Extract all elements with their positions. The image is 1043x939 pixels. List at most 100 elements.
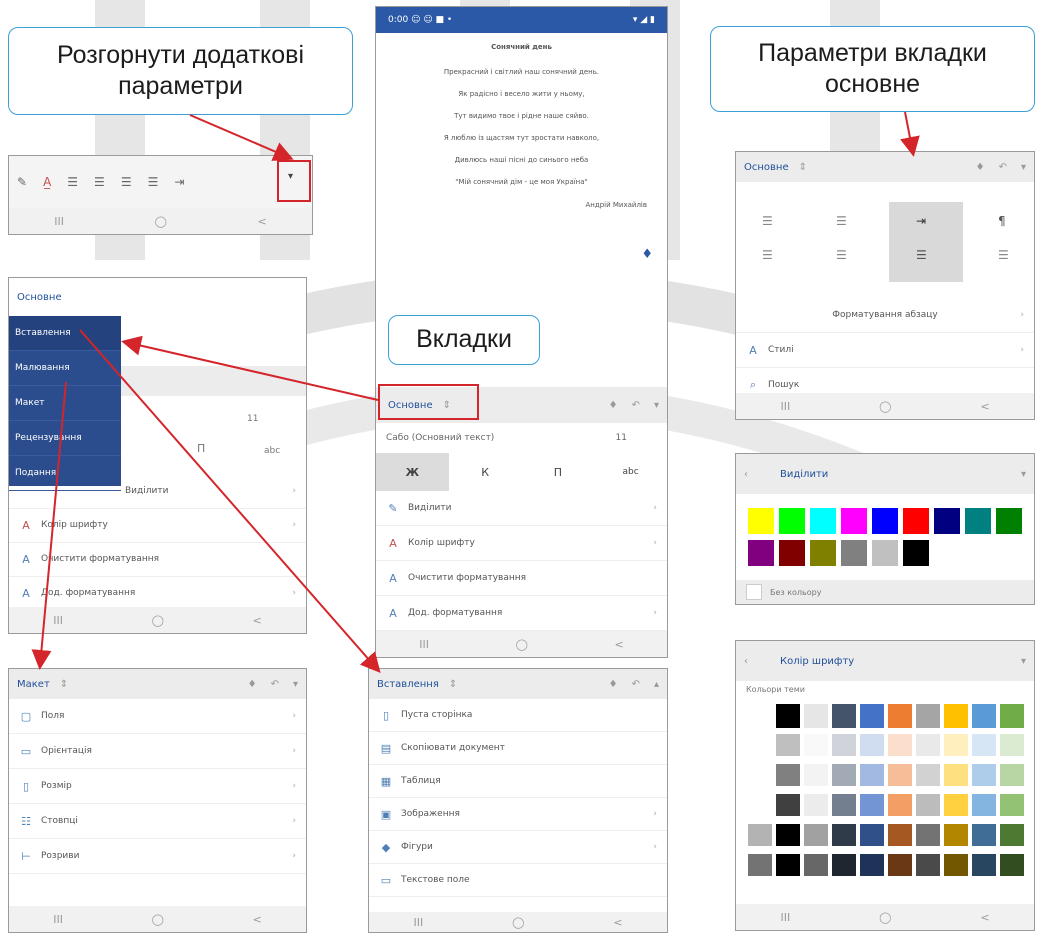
- theme-color-swatch[interactable]: [1000, 794, 1024, 816]
- theme-color-swatch[interactable]: [944, 734, 968, 756]
- theme-color-swatch[interactable]: [748, 854, 772, 876]
- highlight-color-swatch[interactable]: [965, 508, 991, 534]
- layout-row[interactable]: ▢ Поля ›: [9, 699, 306, 734]
- theme-color-swatch[interactable]: [832, 854, 856, 876]
- theme-color-swatch[interactable]: [776, 704, 800, 728]
- theme-color-swatch[interactable]: [944, 824, 968, 846]
- ribbon-row[interactable]: ✎ Виділити ›: [376, 491, 667, 526]
- recent-apps-icon[interactable]: III: [53, 913, 63, 926]
- dropdown-underline-icon[interactable]: П: [197, 442, 205, 455]
- dropdown-strike-icon[interactable]: abc: [264, 446, 280, 456]
- bullets-icon[interactable]: ☰: [762, 214, 773, 228]
- insert-row[interactable]: ▭ Текстове поле: [369, 864, 667, 897]
- theme-color-swatch[interactable]: [972, 704, 996, 728]
- align-center-icon[interactable]: ☰: [836, 248, 847, 262]
- numbering-icon[interactable]: ☰: [94, 175, 105, 189]
- back-icon[interactable]: <: [980, 911, 989, 924]
- theme-color-swatch[interactable]: [804, 734, 828, 756]
- bullets-icon[interactable]: ☰: [67, 175, 78, 189]
- theme-color-swatch[interactable]: [972, 794, 996, 816]
- chevron-up-down-icon[interactable]: ⇕: [60, 679, 68, 690]
- underline-button[interactable]: П: [522, 453, 595, 491]
- theme-color-swatch[interactable]: [1000, 764, 1024, 786]
- home-icon[interactable]: ◯: [879, 400, 891, 413]
- theme-color-swatch[interactable]: [916, 764, 940, 786]
- insert-row[interactable]: ▦ Таблиця: [369, 765, 667, 798]
- ribbon-row[interactable]: A Колір шрифту ›: [376, 526, 667, 561]
- dropdown-row[interactable]: A Очистити форматування: [9, 542, 306, 577]
- back-icon[interactable]: <: [252, 614, 261, 627]
- indent-icon[interactable]: ⇥: [916, 214, 926, 228]
- theme-color-swatch[interactable]: [916, 794, 940, 816]
- align-right-icon[interactable]: ☰: [148, 175, 159, 189]
- lightbulb-icon[interactable]: ♦: [248, 679, 257, 690]
- highlight-color-swatch[interactable]: [779, 508, 805, 534]
- highlight-color-swatch[interactable]: [810, 540, 836, 566]
- theme-color-swatch[interactable]: [804, 764, 828, 786]
- paragraph-format-row[interactable]: Форматування абзацу ›: [736, 298, 1034, 333]
- recent-apps-icon[interactable]: III: [780, 400, 790, 413]
- home-icon[interactable]: ◯: [152, 614, 164, 627]
- indent-icon[interactable]: ⇥: [174, 175, 184, 189]
- theme-color-swatch[interactable]: [888, 854, 912, 876]
- collapse-icon[interactable]: ▾: [1021, 656, 1026, 667]
- home-icon[interactable]: ◯: [879, 911, 891, 924]
- no-color-row[interactable]: Без кольору: [736, 580, 1034, 604]
- theme-color-swatch[interactable]: [832, 704, 856, 728]
- theme-color-swatch[interactable]: [748, 734, 772, 756]
- layout-tab-label[interactable]: Макет: [17, 679, 50, 690]
- recent-apps-icon[interactable]: III: [413, 916, 423, 929]
- styles-row[interactable]: A Стилі ›: [736, 333, 1034, 368]
- highlight-color-swatch[interactable]: [748, 540, 774, 566]
- lightbulb-icon[interactable]: ♦: [976, 162, 985, 173]
- highlight-color-swatch[interactable]: [841, 540, 867, 566]
- theme-color-swatch[interactable]: [832, 824, 856, 846]
- insert-tab-label[interactable]: Вставлення: [377, 679, 439, 690]
- theme-color-swatch[interactable]: [776, 824, 800, 846]
- back-icon[interactable]: <: [257, 215, 266, 228]
- expand-chevron-icon[interactable]: ▾: [288, 171, 293, 182]
- theme-color-swatch[interactable]: [916, 854, 940, 876]
- dropdown-item-view[interactable]: Подання: [9, 456, 121, 491]
- theme-color-swatch[interactable]: [916, 704, 940, 728]
- italic-button[interactable]: К: [449, 453, 522, 491]
- align-left-icon[interactable]: ☰: [762, 248, 773, 262]
- lightbulb-icon[interactable]: ♦: [609, 400, 618, 411]
- theme-color-swatch[interactable]: [776, 764, 800, 786]
- theme-color-swatch[interactable]: [832, 734, 856, 756]
- dropdown-item-insert[interactable]: Вставлення: [9, 316, 121, 351]
- dropdown-item-layout[interactable]: Макет: [9, 386, 121, 421]
- undo-icon[interactable]: ↶: [632, 400, 640, 411]
- theme-color-swatch[interactable]: [916, 824, 940, 846]
- theme-color-swatch[interactable]: [776, 854, 800, 876]
- dropdown-item-draw[interactable]: Малювання: [9, 351, 121, 386]
- theme-color-swatch[interactable]: [888, 704, 912, 728]
- collapse-icon[interactable]: ▾: [1021, 469, 1026, 480]
- theme-color-swatch[interactable]: [860, 794, 884, 816]
- home-icon[interactable]: ◯: [512, 916, 524, 929]
- strikethrough-button[interactable]: abc: [594, 453, 667, 491]
- theme-color-swatch[interactable]: [860, 824, 884, 846]
- theme-color-swatch[interactable]: [748, 704, 772, 728]
- collapse-icon[interactable]: ▾: [654, 400, 659, 411]
- theme-color-swatch[interactable]: [944, 764, 968, 786]
- theme-color-swatch[interactable]: [972, 734, 996, 756]
- back-icon[interactable]: <: [252, 913, 261, 926]
- ribbon-row[interactable]: A Очистити форматування: [376, 561, 667, 596]
- recent-apps-icon[interactable]: III: [780, 911, 790, 924]
- highlight-color-swatch[interactable]: [903, 508, 929, 534]
- insert-row[interactable]: ▤ Скопіювати документ: [369, 732, 667, 765]
- rtl-icon[interactable]: ¶: [998, 214, 1006, 228]
- highlight-color-swatch[interactable]: [872, 540, 898, 566]
- back-icon[interactable]: <: [613, 916, 622, 929]
- pen-icon[interactable]: ✎: [17, 175, 27, 189]
- theme-color-swatch[interactable]: [804, 824, 828, 846]
- chevron-up-down-icon[interactable]: ⇕: [449, 679, 457, 690]
- theme-color-swatch[interactable]: [860, 704, 884, 728]
- numbering-icon[interactable]: ☰: [836, 214, 847, 228]
- insert-row[interactable]: ▣ Зображення ›: [369, 798, 667, 831]
- collapse-icon[interactable]: ▾: [293, 679, 298, 690]
- theme-color-swatch[interactable]: [888, 734, 912, 756]
- home-icon[interactable]: ◯: [155, 215, 167, 228]
- theme-color-swatch[interactable]: [888, 764, 912, 786]
